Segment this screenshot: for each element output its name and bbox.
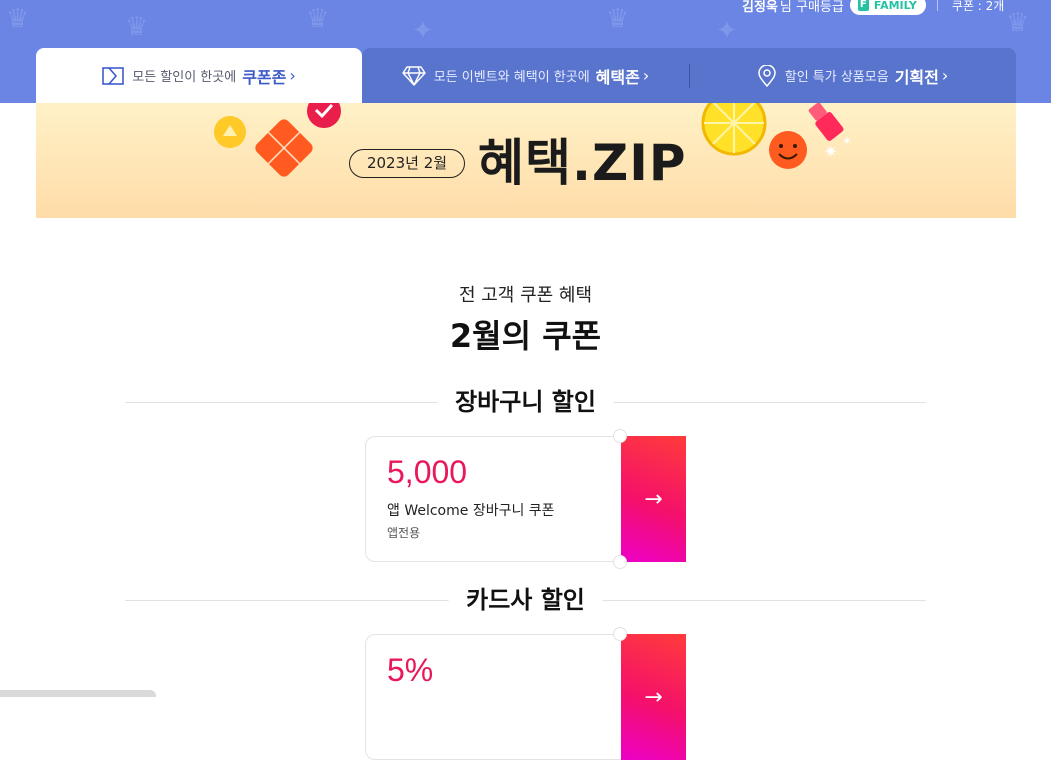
user-info-bar: 김정욱 님 구매등급 F FAMILY 쿠폰 : 2개 [742, 0, 1004, 16]
crown-decoration-icon: ♛ [606, 4, 630, 34]
diamond-icon [402, 65, 426, 86]
page-subtitle: 전 고객 쿠폰 혜택 [458, 285, 593, 306]
grade-badge[interactable]: F FAMILY [849, 0, 926, 15]
coupon-amount: 5% [387, 652, 434, 688]
coupon-notch [613, 429, 627, 443]
location-pin-icon [757, 64, 777, 87]
coupon-name: 앱 Welcome 장바구니 쿠폰 [387, 503, 555, 519]
crown-decoration-icon: ♛ [1006, 8, 1030, 38]
sparkle-icon: ✶ [842, 134, 852, 148]
divider [936, 0, 938, 11]
page-title: 2월의 쿠폰 [439, 311, 612, 357]
coupon-body: 5% [365, 634, 621, 760]
coupon-notch [613, 555, 627, 569]
arrow-right-icon: → [644, 684, 663, 710]
lipstick-icon [808, 103, 844, 141]
sparkle-icon: ✷ [824, 142, 837, 161]
tab-benefit-zone[interactable]: 모든 이벤트와 혜택이 한곳에 혜택존 › [362, 48, 689, 103]
tab-special-exhibition[interactable]: 할인 특가 상품모음 기획전 › [689, 48, 1016, 103]
section-title: 카드사 할인 [448, 585, 603, 615]
page-title-wrap: 2월의 쿠폰 [0, 311, 1051, 357]
coupon-download-button[interactable]: → [621, 634, 686, 760]
banner-date-pill: 2023년 2월 [349, 149, 465, 178]
coupon-icon [102, 66, 125, 85]
tab-coupon-zone-desc: 모든 할인이 한곳에 [132, 70, 237, 85]
bottom-floating-tab[interactable] [0, 690, 156, 697]
crown-decoration-icon: ♛ [306, 4, 330, 34]
tab-coupon-zone[interactable]: 모든 할인이 한곳에 쿠폰존 › [36, 48, 362, 103]
tab-benefit-zone-desc: 모든 이벤트와 혜택이 한곳에 [433, 70, 590, 85]
coupon-amount: 5,000 [387, 454, 468, 490]
chevron-right-icon: › [642, 66, 650, 85]
chevron-right-icon: › [941, 66, 949, 85]
gift-box-icon [255, 119, 313, 177]
tab-special-exhibition-label: 기획전 [894, 67, 939, 87]
smiley-icon [769, 131, 807, 169]
coupon-download-button[interactable]: → [621, 436, 686, 562]
grade-badge-label: FAMILY [873, 0, 917, 12]
star-decoration-icon: ✦ [412, 16, 434, 46]
star-decoration-icon: ✦ [716, 16, 738, 46]
arrow-right-icon: → [644, 486, 663, 512]
section-title: 장바구니 할인 [437, 387, 614, 417]
tab-benefit-zone-label: 혜택존 [595, 67, 640, 87]
promo-banner[interactable]: ✶ ✷ 2023년 2월 혜택.ZIP [36, 103, 1016, 218]
crown-decoration-icon: ♛ [125, 12, 149, 42]
family-grade-icon: F [857, 0, 869, 11]
coupon-note: 앱전용 [387, 526, 421, 540]
section-header-card-discount: 카드사 할인 [125, 585, 926, 615]
banner-title: 혜택.ZIP [478, 134, 687, 192]
coupon-card[interactable]: 5% → [365, 627, 686, 760]
chevron-right-icon: › [289, 66, 296, 85]
tab-coupon-zone-label: 쿠폰존 [242, 67, 287, 87]
grade-label: 님 구매등급 [779, 0, 844, 15]
tab-special-exhibition-desc: 할인 특가 상품모음 [784, 70, 889, 85]
coupon-count-link[interactable]: 쿠폰 : 2개 [952, 0, 1004, 14]
coupon-notch [613, 627, 627, 641]
zone-tabs: 모든 할인이 한곳에 쿠폰존 › 모든 이벤트와 혜택이 한곳에 혜택존 › 할… [36, 48, 1016, 103]
user-name: 김정욱 [742, 0, 778, 15]
crown-decoration-icon: ♛ [6, 4, 30, 34]
coupon-card[interactable]: 5,000 앱 Welcome 장바구니 쿠폰 앱전용 → [365, 429, 686, 569]
section-header-cart-discount: 장바구니 할인 [125, 387, 926, 417]
coupon-body: 5,000 앱 Welcome 장바구니 쿠폰 앱전용 [365, 436, 621, 562]
